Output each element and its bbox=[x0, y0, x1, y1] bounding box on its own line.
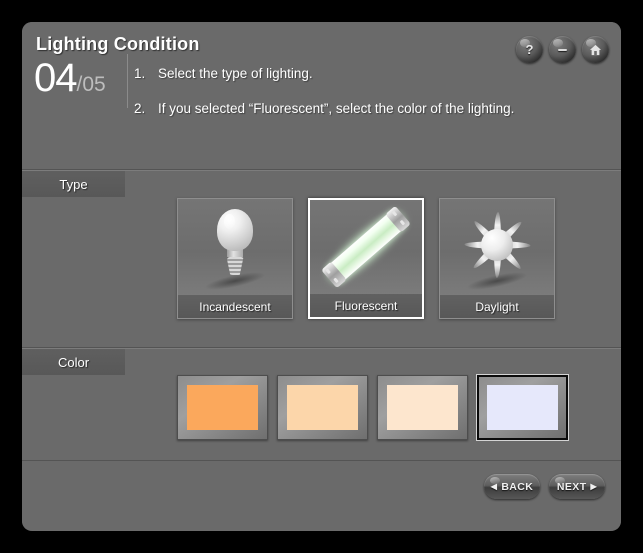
footer: ◀ BACK NEXT ▶ bbox=[22, 461, 621, 529]
help-button[interactable]: ? bbox=[516, 36, 543, 63]
minimize-button[interactable] bbox=[549, 36, 576, 63]
type-tile-fluorescent[interactable]: Fluorescent bbox=[308, 198, 424, 319]
instruction-item-2: 2. If you selected “Fluorescent”, select… bbox=[134, 101, 607, 117]
instruction-number: 1. bbox=[134, 66, 146, 81]
page-title: Lighting Condition bbox=[36, 34, 200, 54]
next-button[interactable]: NEXT ▶ bbox=[549, 474, 605, 499]
step-current: 04 bbox=[34, 56, 77, 100]
type-section-tab: Type bbox=[22, 171, 125, 197]
color-swatch-pale-peach[interactable] bbox=[377, 375, 468, 440]
instruction-text: If you selected “Fluorescent”, select th… bbox=[158, 101, 515, 117]
header: Lighting Condition 04/05 1. Select the t… bbox=[22, 22, 621, 170]
instruction-number: 2. bbox=[134, 101, 146, 117]
instruction-list: 1. Select the type of lighting. 2. If yo… bbox=[134, 66, 607, 136]
sun-icon bbox=[440, 199, 554, 295]
right-triangle-icon: ▶ bbox=[590, 482, 598, 491]
color-swatch-list bbox=[177, 375, 568, 440]
type-tile-label: Incandescent bbox=[178, 295, 292, 318]
instruction-item-1: 1. Select the type of lighting. bbox=[134, 66, 607, 82]
home-icon bbox=[589, 44, 602, 55]
color-swatch-cool-white[interactable] bbox=[477, 375, 568, 440]
color-section-tab: Color bbox=[22, 349, 125, 375]
swatch-fill bbox=[287, 385, 358, 430]
window-controls: ? bbox=[516, 36, 609, 63]
type-tile-label: Daylight bbox=[440, 295, 554, 318]
app-window: Lighting Condition 04/05 1. Select the t… bbox=[22, 22, 621, 531]
left-triangle-icon: ◀ bbox=[490, 482, 498, 491]
back-button[interactable]: ◀ BACK bbox=[484, 474, 540, 499]
color-swatch-warm-orange[interactable] bbox=[177, 375, 268, 440]
sun-shape bbox=[458, 206, 536, 284]
type-tile-daylight[interactable]: Daylight bbox=[439, 198, 555, 319]
tube-shape bbox=[314, 200, 418, 294]
step-total: /05 bbox=[76, 73, 106, 96]
step-counter: 04/05 bbox=[34, 56, 106, 101]
back-button-label: BACK bbox=[501, 480, 534, 493]
color-swatch-light-peach[interactable] bbox=[277, 375, 368, 440]
type-tile-incandescent[interactable]: Incandescent bbox=[177, 198, 293, 319]
header-divider bbox=[127, 54, 128, 108]
swatch-fill bbox=[387, 385, 458, 430]
bulb-shape bbox=[217, 209, 253, 275]
type-section: Type Incandescent Fluorescent Daylight bbox=[22, 170, 621, 348]
fluorescent-tube-icon bbox=[310, 200, 422, 294]
color-section: Color bbox=[22, 348, 621, 461]
color-section-label: Color bbox=[57, 354, 90, 370]
next-button-label: NEXT bbox=[556, 480, 587, 493]
swatch-fill bbox=[487, 385, 558, 430]
question-mark-icon: ? bbox=[525, 42, 534, 57]
swatch-fill bbox=[187, 385, 258, 430]
light-bulb-icon bbox=[178, 199, 292, 295]
nav-buttons: ◀ BACK NEXT ▶ bbox=[484, 474, 605, 499]
type-section-label: Type bbox=[59, 176, 88, 192]
type-tile-label: Fluorescent bbox=[310, 294, 422, 317]
minus-icon bbox=[558, 48, 567, 51]
instruction-text: Select the type of lighting. bbox=[158, 66, 313, 81]
home-button[interactable] bbox=[582, 36, 609, 63]
type-tile-list: Incandescent Fluorescent Daylight bbox=[177, 198, 555, 319]
